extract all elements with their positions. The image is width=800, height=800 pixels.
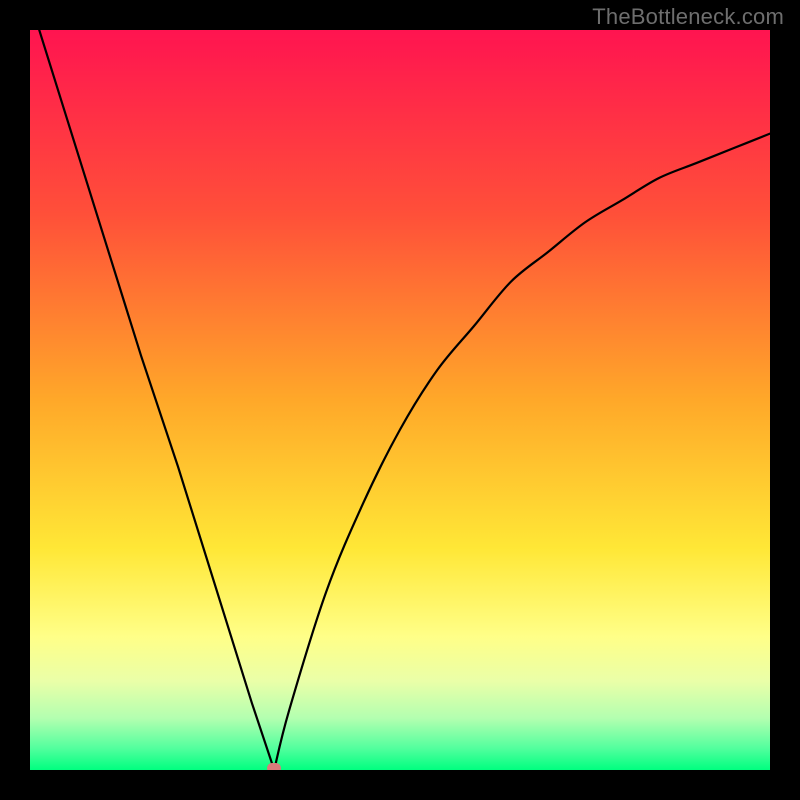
chart-frame: TheBottleneck.com: [0, 0, 800, 800]
plot-area: [30, 30, 770, 770]
watermark-text: TheBottleneck.com: [592, 4, 784, 30]
optimal-point-marker: [267, 763, 281, 770]
bottleneck-curve: [30, 30, 770, 770]
